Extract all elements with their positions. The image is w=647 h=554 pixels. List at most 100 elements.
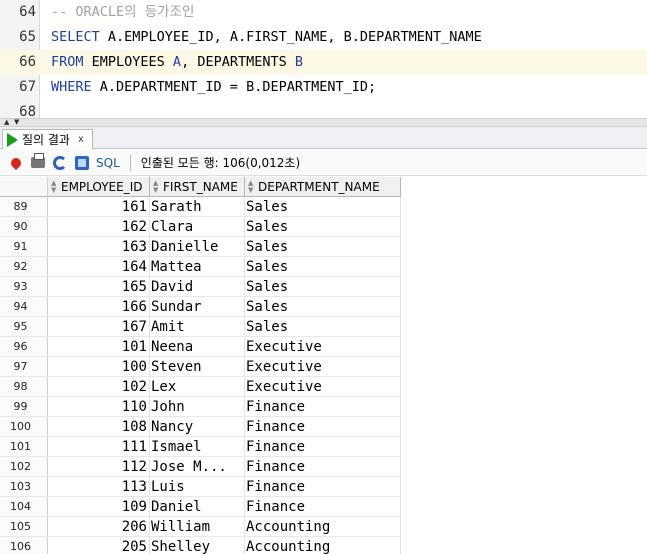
table-row[interactable]: 94 166 Sundar Sales <box>0 297 401 317</box>
cell-employee-id[interactable]: 205 <box>48 537 150 554</box>
table-row[interactable]: 99 110 John Finance <box>0 397 401 417</box>
cell-first-name[interactable]: Clara <box>150 217 245 237</box>
cell-department-name[interactable]: Accounting <box>245 537 401 554</box>
column-header-employee-id[interactable]: ▲ ▼ EMPLOYEE_ID <box>48 177 150 197</box>
cell-first-name[interactable]: Steven <box>150 357 245 377</box>
code-line[interactable]: 67 WHERE A.DEPARTMENT_ID = B.DEPARTMENT_I… <box>0 75 647 100</box>
tab-close-icon[interactable]: x <box>78 134 84 145</box>
code-text: SELECT A.EMPLOYEE_ID, A.FIRST_NAME, B.DE… <box>51 25 482 50</box>
column-header-department-name[interactable]: ▲ ▼ DEPARTMENT_NAME <box>245 177 401 197</box>
table-row[interactable]: 96 101 Neena Executive <box>0 337 401 357</box>
cell-department-name[interactable]: Finance <box>245 457 401 477</box>
cell-employee-id[interactable]: 161 <box>48 197 150 217</box>
cell-employee-id[interactable]: 102 <box>48 377 150 397</box>
sql-keyword: SELECT <box>51 29 100 45</box>
cell-employee-id[interactable]: 163 <box>48 237 150 257</box>
table-row[interactable]: 102 112 Jose M... Finance <box>0 457 401 477</box>
cell-employee-id[interactable]: 206 <box>48 517 150 537</box>
cell-department-name[interactable]: Finance <box>245 437 401 457</box>
sql-editor[interactable]: 64 -- ORACLE의 등가조인 65 SELECT A.EMPLOYEE_ID,… <box>0 0 647 118</box>
cell-first-name[interactable]: Neena <box>150 337 245 357</box>
cell-first-name[interactable]: Sundar <box>150 297 245 317</box>
cell-first-name[interactable]: Nancy <box>150 417 245 437</box>
table-row[interactable]: 100 108 Nancy Finance <box>0 417 401 437</box>
cell-department-name[interactable]: Finance <box>245 477 401 497</box>
cell-first-name[interactable]: Lex <box>150 377 245 397</box>
cell-department-name[interactable]: Sales <box>245 277 401 297</box>
cell-first-name[interactable]: Danielle <box>150 237 245 257</box>
pane-splitter[interactable]: ▲ ▼ <box>0 118 647 127</box>
table-row[interactable]: 106 205 Shelley Accounting <box>0 537 401 554</box>
cell-employee-id[interactable]: 164 <box>48 257 150 277</box>
tab-query-result[interactable]: 질의 결과 x <box>2 129 93 149</box>
cell-employee-id[interactable]: 162 <box>48 217 150 237</box>
sql-icon[interactable] <box>74 155 90 171</box>
column-header-first-name[interactable]: ▲ ▼ FIRST_NAME <box>150 177 245 197</box>
table-row[interactable]: 103 113 Luis Finance <box>0 477 401 497</box>
pin-icon[interactable] <box>8 155 24 171</box>
cell-employee-id[interactable]: 100 <box>48 357 150 377</box>
cell-department-name[interactable]: Finance <box>245 417 401 437</box>
table-row[interactable]: 95 167 Amit Sales <box>0 317 401 337</box>
cell-first-name[interactable]: David <box>150 277 245 297</box>
cell-department-name[interactable]: Finance <box>245 497 401 517</box>
cell-first-name[interactable]: John <box>150 397 245 417</box>
cell-department-name[interactable]: Finance <box>245 397 401 417</box>
code-line[interactable]: 65 SELECT A.EMPLOYEE_ID, A.FIRST_NAME, B.… <box>0 25 647 50</box>
cell-first-name[interactable]: Sarath <box>150 197 245 217</box>
cell-first-name[interactable]: Amit <box>150 317 245 337</box>
cell-department-name[interactable]: Sales <box>245 217 401 237</box>
sort-icon[interactable]: ▲ ▼ <box>248 179 255 194</box>
table-row[interactable]: 92 164 Mattea Sales <box>0 257 401 277</box>
code-line[interactable]: 64 -- ORACLE의 등가조인 <box>0 0 647 25</box>
cell-department-name[interactable]: Sales <box>245 297 401 317</box>
cell-first-name[interactable]: Jose M... <box>150 457 245 477</box>
cell-department-name[interactable]: Sales <box>245 317 401 337</box>
refresh-icon[interactable] <box>52 155 68 171</box>
collapse-down-icon[interactable]: ▼ <box>14 119 19 126</box>
code-line[interactable]: 68 <box>0 100 647 118</box>
cell-department-name[interactable]: Executive <box>245 337 401 357</box>
cell-department-name[interactable]: Sales <box>245 197 401 217</box>
cell-employee-id[interactable]: 109 <box>48 497 150 517</box>
sort-icon[interactable]: ▲ ▼ <box>51 179 58 194</box>
table-row[interactable]: 104 109 Daniel Finance <box>0 497 401 517</box>
table-row[interactable]: 91 163 Danielle Sales <box>0 237 401 257</box>
cell-employee-id[interactable]: 112 <box>48 457 150 477</box>
cell-employee-id[interactable]: 110 <box>48 397 150 417</box>
code-line[interactable]: 66 FROM EMPLOYEES A, DEPARTMENTS B <box>0 50 647 75</box>
table-row[interactable]: 89 161 Sarath Sales <box>0 197 401 217</box>
cell-employee-id[interactable]: 101 <box>48 337 150 357</box>
row-number: 101 <box>0 437 48 457</box>
table-row[interactable]: 105 206 William Accounting <box>0 517 401 537</box>
cell-employee-id[interactable]: 113 <box>48 477 150 497</box>
cell-first-name[interactable]: Daniel <box>150 497 245 517</box>
table-row[interactable]: 93 165 David Sales <box>0 277 401 297</box>
cell-employee-id[interactable]: 166 <box>48 297 150 317</box>
sql-button[interactable]: SQL <box>96 156 120 170</box>
result-grid[interactable]: ▲ ▼ EMPLOYEE_ID ▲ ▼ FIRST_NAME ▲ ▼ DEPARTME… <box>0 177 647 554</box>
cell-first-name[interactable]: Ismael <box>150 437 245 457</box>
sql-comment: -- ORACLE의 등가조인 <box>51 4 195 20</box>
table-row[interactable]: 97 100 Steven Executive <box>0 357 401 377</box>
cell-first-name[interactable]: William <box>150 517 245 537</box>
cell-first-name[interactable]: Shelley <box>150 537 245 554</box>
cell-employee-id[interactable]: 111 <box>48 437 150 457</box>
cell-employee-id[interactable]: 165 <box>48 277 150 297</box>
cell-first-name[interactable]: Mattea <box>150 257 245 277</box>
cell-employee-id[interactable]: 108 <box>48 417 150 437</box>
tab-query-result-label: 질의 결과 <box>22 133 70 147</box>
cell-employee-id[interactable]: 167 <box>48 317 150 337</box>
table-row[interactable]: 101 111 Ismael Finance <box>0 437 401 457</box>
cell-department-name[interactable]: Executive <box>245 377 401 397</box>
print-icon[interactable] <box>30 153 46 171</box>
cell-department-name[interactable]: Executive <box>245 357 401 377</box>
cell-first-name[interactable]: Luis <box>150 477 245 497</box>
table-row[interactable]: 90 162 Clara Sales <box>0 217 401 237</box>
table-row[interactable]: 98 102 Lex Executive <box>0 377 401 397</box>
sort-icon[interactable]: ▲ ▼ <box>153 179 160 194</box>
cell-department-name[interactable]: Sales <box>245 257 401 277</box>
collapse-up-icon[interactable]: ▲ <box>4 119 9 126</box>
cell-department-name[interactable]: Sales <box>245 237 401 257</box>
cell-department-name[interactable]: Accounting <box>245 517 401 537</box>
